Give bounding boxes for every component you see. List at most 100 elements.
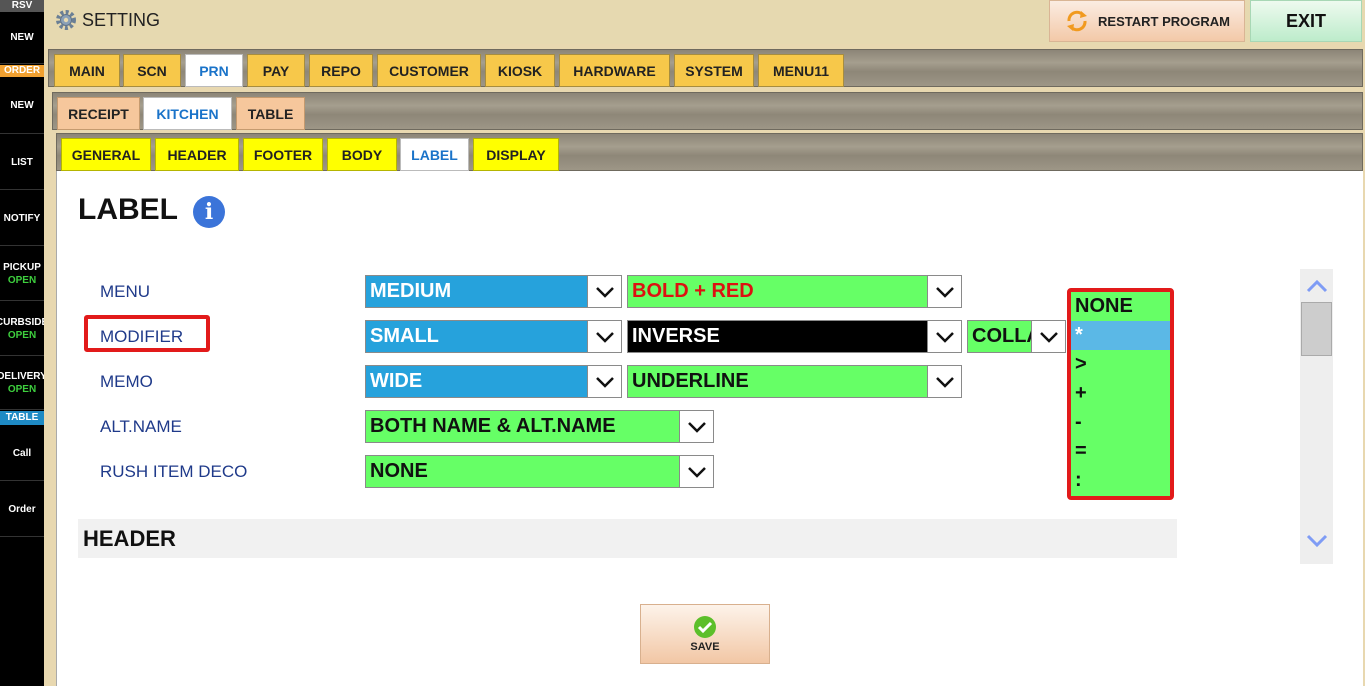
rush-item-deco-select[interactable]: NONE: [365, 455, 714, 488]
sidebar-item-label: NOTIFY: [3, 212, 41, 224]
restart-program-button[interactable]: RESTART PROGRAM: [1049, 0, 1245, 42]
chevron-down-icon: [679, 411, 713, 442]
refresh-icon: [1067, 10, 1088, 32]
sidebar-item-label: DELIVERY: [0, 371, 44, 382]
menu-style-select[interactable]: BOLD + RED: [627, 275, 962, 308]
sidebar-item-label: LIST: [11, 156, 33, 168]
sidebar-item-label: NEW: [10, 32, 34, 43]
chevron-down-icon: [587, 276, 621, 307]
tab-header[interactable]: HEADER: [155, 138, 239, 171]
save-button[interactable]: SAVE: [640, 604, 770, 664]
modifier-size-select[interactable]: SMALL: [365, 320, 622, 353]
tab-body[interactable]: BODY: [327, 138, 397, 171]
list-item[interactable]: NONE: [1071, 292, 1170, 321]
list-item[interactable]: =: [1071, 437, 1170, 466]
memo-style-select[interactable]: UNDERLINE: [627, 365, 962, 398]
sidebar-item-status: OPEN: [7, 274, 37, 286]
sidebar-item-call[interactable]: Call: [0, 426, 44, 481]
tab-receipt[interactable]: RECEIPT: [57, 97, 140, 130]
tab-footer[interactable]: FOOTER: [243, 138, 323, 171]
list-item[interactable]: +: [1071, 379, 1170, 408]
tab-table[interactable]: TABLE: [236, 97, 305, 130]
sidebar-item-rsv-new[interactable]: NEW: [0, 12, 44, 64]
modifier-size-value: SMALL: [370, 325, 439, 347]
save-label: SAVE: [690, 641, 720, 653]
menu-label: MENU: [100, 282, 151, 301]
chevron-down-icon: [679, 456, 713, 487]
tab-customer[interactable]: CUSTOMER: [377, 54, 481, 87]
modifier-label: MODIFIER: [100, 327, 184, 346]
tab-system[interactable]: SYSTEM: [674, 54, 754, 87]
tab-prn[interactable]: PRN: [185, 54, 243, 87]
menu-size-select[interactable]: MEDIUM: [365, 275, 622, 308]
altname-select[interactable]: BOTH NAME & ALT.NAME: [365, 410, 714, 443]
app-title: SETTING: [82, 10, 161, 30]
chevron-down-icon[interactable]: [1306, 534, 1328, 548]
tab-kiosk[interactable]: KIOSK: [485, 54, 555, 87]
check-icon: [694, 616, 716, 638]
altname-label: ALT.NAME: [100, 417, 182, 436]
sidebar-item-label: NEW: [10, 100, 34, 111]
memo-label: MEMO: [100, 372, 153, 391]
tab-display[interactable]: DISPLAY: [473, 138, 559, 171]
main-tab-bar: MAIN SCN PRN PAY REPO CUSTOMER KIOSK HAR…: [48, 49, 1363, 87]
list-item[interactable]: :: [1071, 466, 1170, 495]
memo-size-value: WIDE: [370, 370, 423, 392]
memo-size-select[interactable]: WIDE: [365, 365, 622, 398]
sidebar-table-badge: TABLE: [0, 411, 44, 425]
scrollbar[interactable]: [1300, 269, 1333, 564]
menu-style-value: BOLD + RED: [632, 280, 754, 302]
info-icon[interactable]: i: [193, 196, 225, 228]
prn-tab-bar: RECEIPT KITCHEN TABLE: [52, 92, 1363, 130]
page-title: LABEL: [78, 193, 178, 226]
modifier-prefix-listbox[interactable]: NONE * > + - = :: [1067, 288, 1174, 500]
rush-item-deco-value: NONE: [370, 460, 428, 482]
tab-main[interactable]: MAIN: [54, 54, 120, 87]
restart-label: RESTART PROGRAM: [1098, 13, 1230, 29]
sidebar-rsv-badge: RSV: [0, 0, 44, 12]
tab-hardware[interactable]: HARDWARE: [559, 54, 670, 87]
chevron-down-icon: [927, 366, 961, 397]
altname-value: BOTH NAME & ALT.NAME: [370, 415, 616, 437]
tab-menu11[interactable]: MENU11: [758, 54, 844, 87]
sidebar-item-pickup[interactable]: PICKUP OPEN: [0, 247, 44, 301]
modifier-collapse-select[interactable]: COLLAPSE: [967, 320, 1066, 353]
tab-pay[interactable]: PAY: [247, 54, 305, 87]
chevron-up-icon[interactable]: [1306, 279, 1328, 293]
kitchen-tab-bar: GENERAL HEADER FOOTER BODY LABEL DISPLAY: [56, 133, 1363, 171]
chevron-down-icon: [587, 366, 621, 397]
sidebar-item-label: CURBSIDE: [0, 316, 44, 328]
menu-size-value: MEDIUM: [370, 280, 452, 302]
sidebar-item-status: OPEN: [7, 384, 37, 395]
tab-scn[interactable]: SCN: [123, 54, 181, 87]
title-bar: SETTING RESTART PROGRAM EXIT: [44, 0, 1365, 44]
list-item[interactable]: >: [1071, 350, 1170, 379]
memo-style-value: UNDERLINE: [632, 370, 749, 392]
chevron-down-icon: [927, 276, 961, 307]
tab-general[interactable]: GENERAL: [61, 138, 151, 171]
header-section-title: HEADER: [78, 519, 1177, 558]
modifier-style-value: INVERSE: [632, 325, 720, 347]
tab-repo[interactable]: REPO: [309, 54, 373, 87]
content-panel: LABEL i MENU MEDIUM BOLD + RED MODIFIER …: [56, 171, 1363, 686]
gear-icon: [56, 10, 76, 30]
chevron-down-icon: [927, 321, 961, 352]
sidebar-item-label: Call: [12, 447, 32, 459]
sidebar-item-order-new[interactable]: NEW: [0, 78, 44, 134]
list-item[interactable]: *: [1071, 321, 1170, 350]
scrollbar-thumb[interactable]: [1301, 302, 1332, 356]
sidebar-item-list[interactable]: LIST: [0, 135, 44, 190]
sidebar-item-label: PICKUP: [3, 261, 41, 273]
sidebar-item-curbside[interactable]: CURBSIDE OPEN: [0, 302, 44, 356]
sidebar-item-delivery[interactable]: DELIVERY OPEN: [0, 357, 44, 410]
chevron-down-icon: [1031, 321, 1065, 352]
modifier-collapse-value: COLLAPSE: [972, 325, 1031, 347]
modifier-style-select[interactable]: INVERSE: [627, 320, 962, 353]
sidebar-item-notify[interactable]: NOTIFY: [0, 191, 44, 246]
list-item[interactable]: -: [1071, 408, 1170, 437]
sidebar-item-status: OPEN: [7, 329, 37, 341]
tab-kitchen[interactable]: KITCHEN: [143, 97, 232, 130]
exit-button[interactable]: EXIT: [1250, 0, 1362, 42]
tab-label[interactable]: LABEL: [400, 138, 469, 171]
sidebar-item-order[interactable]: Order: [0, 482, 44, 537]
